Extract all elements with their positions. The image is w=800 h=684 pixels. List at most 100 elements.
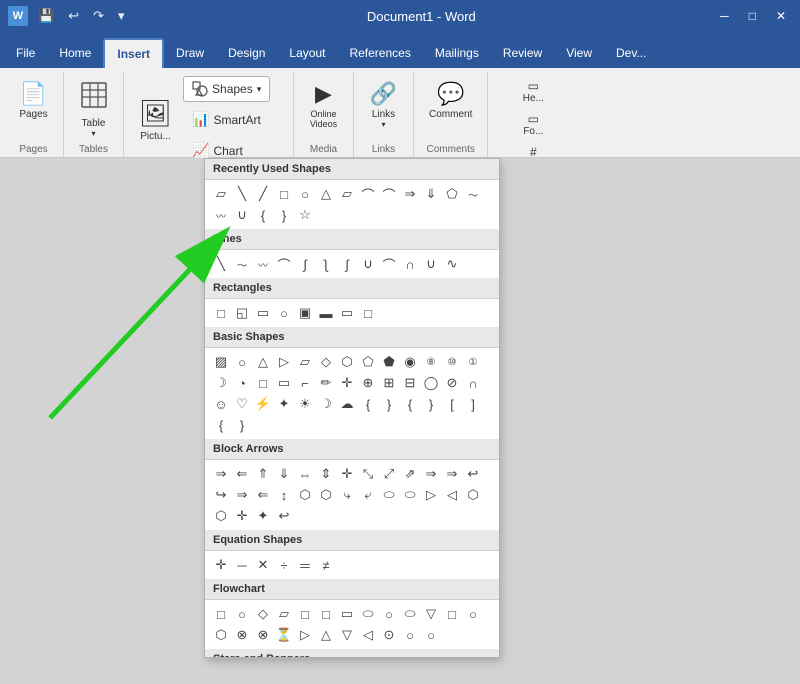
minimize-button[interactable]: ─	[714, 9, 735, 23]
shape-item[interactable]: ]	[463, 394, 483, 414]
shape-item[interactable]: ▽	[421, 604, 441, 624]
shape-item[interactable]: ⇓	[421, 184, 441, 204]
shape-item[interactable]: ⇒	[442, 464, 462, 484]
shape-item[interactable]: ⬡	[295, 485, 315, 505]
shape-item[interactable]: ∫	[316, 254, 336, 274]
shape-item[interactable]: ✛	[337, 373, 357, 393]
shape-item[interactable]: ╱	[253, 184, 273, 204]
shape-item[interactable]: ⬭	[379, 485, 399, 505]
tab-mailings[interactable]: Mailings	[423, 38, 491, 68]
shapes-button[interactable]: Shapes ▾	[183, 76, 270, 102]
shape-item[interactable]: 〰	[211, 205, 231, 225]
shape-item[interactable]: ⊗	[253, 625, 273, 645]
redo-button[interactable]: ↷	[89, 6, 108, 26]
shape-item[interactable]: {	[253, 205, 273, 225]
shape-item[interactable]: 〜	[232, 254, 252, 274]
shape-item[interactable]: □	[358, 303, 378, 323]
shape-item[interactable]: ⊙	[379, 625, 399, 645]
shape-item[interactable]: [	[442, 394, 462, 414]
shape-item[interactable]: ○	[463, 604, 483, 624]
shape-item[interactable]: －	[232, 555, 252, 575]
shape-item[interactable]: ✏	[316, 373, 336, 393]
shape-item[interactable]: △	[316, 625, 336, 645]
shape-item[interactable]: ⇒	[232, 485, 252, 505]
shape-item[interactable]: ⬟	[379, 352, 399, 372]
shape-item[interactable]: ⊗	[232, 625, 252, 645]
shape-item[interactable]: ▭	[253, 303, 273, 323]
shape-item[interactable]: ⑩	[442, 352, 462, 372]
shape-item[interactable]: ♡	[232, 394, 252, 414]
shape-item[interactable]: □	[211, 604, 231, 624]
shape-item[interactable]: ☆	[295, 205, 315, 225]
shape-item[interactable]: ∪	[421, 254, 441, 274]
shape-item[interactable]: }	[274, 205, 294, 225]
tab-layout[interactable]: Layout	[277, 38, 337, 68]
shape-item[interactable]: ⊘	[442, 373, 462, 393]
shape-item[interactable]: }	[421, 394, 441, 414]
shape-item[interactable]: }	[379, 394, 399, 414]
shape-item[interactable]: □	[211, 303, 231, 323]
tab-design[interactable]: Design	[216, 38, 277, 68]
shape-item[interactable]: ⬡	[463, 485, 483, 505]
shape-item[interactable]: ▽	[337, 625, 357, 645]
shape-item[interactable]: ▱	[337, 184, 357, 204]
shape-item[interactable]: ◯	[421, 373, 441, 393]
shape-item[interactable]: ◁	[358, 625, 378, 645]
shape-item[interactable]: ⤷	[337, 485, 357, 505]
tab-home[interactable]: Home	[47, 38, 103, 68]
shape-item[interactable]: ⑧	[421, 352, 441, 372]
online-videos-button[interactable]: ▶ OnlineVideos	[303, 76, 344, 134]
shape-item[interactable]: ⤡	[358, 464, 378, 484]
shape-item[interactable]: ↪	[211, 485, 231, 505]
shape-item[interactable]: ✛	[211, 555, 231, 575]
customize-button[interactable]: ▾	[114, 6, 129, 26]
shape-item[interactable]: 〰	[253, 254, 273, 274]
shape-item[interactable]: ☽	[211, 373, 231, 393]
shape-item[interactable]: ✛	[232, 506, 252, 526]
shape-item[interactable]: ✛	[337, 464, 357, 484]
shape-item[interactable]: ▬	[316, 303, 336, 323]
shape-item[interactable]: □	[274, 184, 294, 204]
shape-item[interactable]: ▱	[295, 352, 315, 372]
shape-item[interactable]: ⊞	[379, 373, 399, 393]
close-button[interactable]: ✕	[770, 9, 792, 23]
shape-item[interactable]: ◔	[232, 373, 252, 393]
shape-item[interactable]: ○	[274, 303, 294, 323]
shape-item[interactable]: △	[316, 184, 336, 204]
shape-item[interactable]: ⌒	[379, 254, 399, 274]
pictures-button[interactable]: 🖼 Pictu...	[132, 93, 179, 147]
shape-item[interactable]: ▷	[295, 625, 315, 645]
shape-item[interactable]: ◱	[232, 303, 252, 323]
shape-item[interactable]: ⏳	[274, 625, 294, 645]
shape-item[interactable]: ⬭	[400, 485, 420, 505]
shape-item[interactable]: ✦	[274, 394, 294, 414]
shape-item[interactable]: ▱	[274, 604, 294, 624]
shape-item[interactable]: ⬠	[442, 184, 462, 204]
shape-item[interactable]: ÷	[274, 555, 294, 575]
shape-item[interactable]: ☁	[337, 394, 357, 414]
shape-item[interactable]: 〜	[463, 184, 483, 204]
footer-button[interactable]: ▭ Fo...	[518, 109, 549, 140]
shape-item[interactable]: ▱	[211, 184, 231, 204]
shape-item[interactable]: □	[316, 604, 336, 624]
shape-item[interactable]: ✕	[253, 555, 273, 575]
shape-item[interactable]: ↩	[274, 506, 294, 526]
shape-item[interactable]: ○	[232, 352, 252, 372]
shape-item[interactable]: ∩	[400, 254, 420, 274]
shape-item[interactable]: ⇐	[232, 464, 252, 484]
undo-button[interactable]: ↩	[64, 6, 83, 26]
tab-references[interactable]: References	[337, 38, 422, 68]
shape-item[interactable]: ▭	[337, 604, 357, 624]
tab-review[interactable]: Review	[491, 38, 554, 68]
shape-item[interactable]: ☺	[211, 394, 231, 414]
shape-item[interactable]: ⇐	[253, 485, 273, 505]
shape-item[interactable]: ①	[463, 352, 483, 372]
tab-file[interactable]: File	[4, 38, 47, 68]
shape-item[interactable]: ⬭	[358, 604, 378, 624]
maximize-button[interactable]: □	[743, 9, 762, 23]
shape-item[interactable]: □	[442, 604, 462, 624]
tab-dev[interactable]: Dev...	[604, 38, 658, 68]
shape-item[interactable]: ⬡	[211, 506, 231, 526]
shape-item[interactable]: ⚡	[253, 394, 273, 414]
shapes-panel[interactable]: Recently Used Shapes ▱ ╲ ╱ □ ○ △ ▱ ⌒ ⌒ ⇒…	[204, 158, 500, 658]
